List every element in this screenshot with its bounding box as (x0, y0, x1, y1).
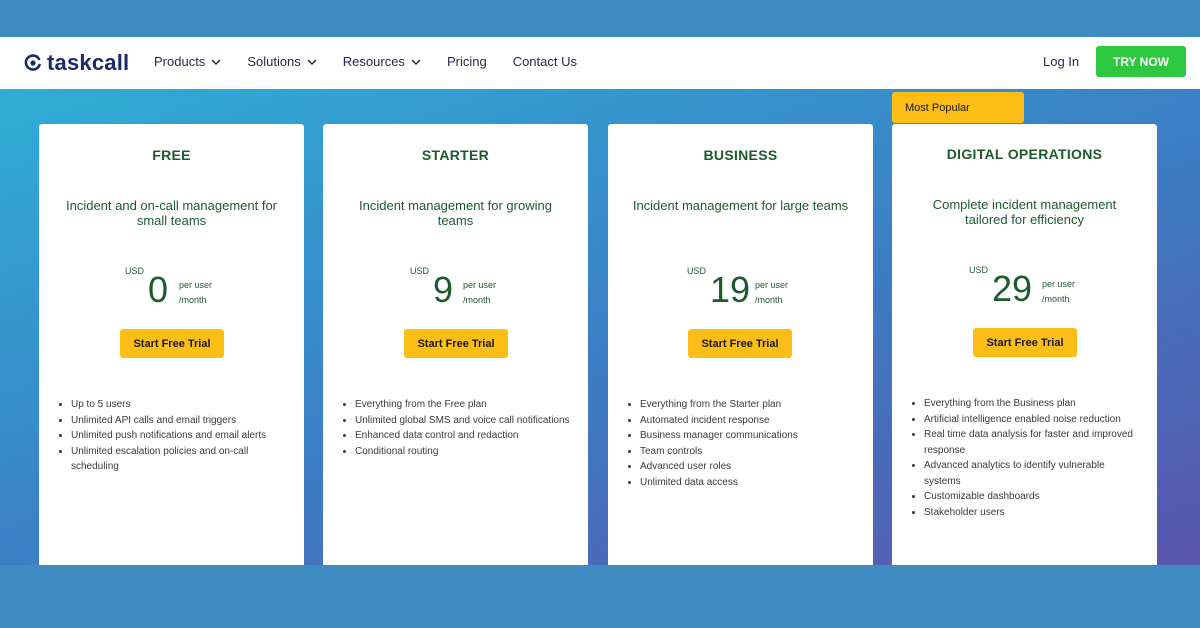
list-item: Team controls (628, 444, 860, 460)
plan-title: DIGITAL OPERATIONS (946, 146, 1103, 162)
feature-list: Everything from the Business plan Artifi… (912, 396, 1144, 520)
plan-subtitle: Complete incident management tailored fo… (932, 197, 1117, 227)
currency-label: USD (687, 266, 707, 276)
per-user-label: per user (463, 280, 497, 290)
list-item: Advanced user roles (628, 459, 860, 475)
price-amount: 9 (433, 269, 454, 310)
nav-item-contact-us[interactable]: Contact Us (513, 54, 577, 69)
start-free-trial-button[interactable]: Start Free Trial (973, 328, 1077, 357)
taskcall-logo-icon (24, 54, 41, 71)
chevron-down-icon (307, 59, 317, 65)
nav-item-label: Solutions (247, 54, 301, 69)
plan-title: BUSINESS (703, 147, 778, 163)
nav-item-label: Products (154, 54, 206, 69)
plan-subtitle: Incident management for large teams (632, 198, 849, 213)
start-free-trial-button[interactable]: Start Free Trial (120, 329, 224, 358)
nav-item-resources[interactable]: Resources (343, 54, 421, 69)
price-amount: 19 (710, 269, 751, 310)
feature-list: Everything from the Starter plan Automat… (628, 397, 860, 490)
plan-subtitle: Incident and on-call management for smal… (65, 198, 277, 228)
price-amount: 29 (992, 268, 1033, 309)
badge-label: Most Popular (905, 101, 970, 114)
plan-title: STARTER (421, 147, 490, 163)
per-user-label: per user (1042, 279, 1076, 289)
list-item: Everything from the Starter plan (628, 397, 860, 413)
chevron-down-icon (211, 59, 221, 65)
list-item: Unlimited escalation policies and on-cal… (59, 444, 291, 475)
list-item: Everything from the Business plan (912, 396, 1144, 412)
list-item: Advanced analytics to identify vulnerabl… (912, 458, 1144, 489)
plan-price: USD 29 per user /month (892, 263, 1157, 313)
per-user-label: per user (179, 280, 213, 290)
nav-item-products[interactable]: Products (154, 54, 221, 69)
price-period: per user /month (755, 278, 788, 308)
most-popular-badge: Most Popular (892, 92, 1024, 123)
plan-title: FREE (152, 147, 191, 163)
price-period: per user /month (1042, 277, 1075, 307)
plan-subtitle: Incident management for growing teams (359, 198, 552, 228)
plan-card-business: BUSINESS Incident management for large t… (608, 124, 873, 565)
price-period: per user /month (179, 278, 212, 308)
start-free-trial-button[interactable]: Start Free Trial (404, 329, 508, 358)
pricing-page: taskcall Products Solutions Resources Pr… (0, 37, 1200, 565)
per-month-label: /month (1042, 294, 1070, 304)
list-item: Unlimited data access (628, 475, 860, 491)
per-user-label: per user (755, 280, 789, 290)
plan-card-free: FREE Incident and on-call management for… (39, 124, 304, 565)
list-item: Business manager communications (628, 428, 860, 444)
login-link[interactable]: Log In (1043, 54, 1079, 69)
list-item: Artificial intelligence enabled noise re… (912, 412, 1144, 428)
plan-card-starter: STARTER Incident management for growing … (323, 124, 588, 565)
currency-label: USD (125, 266, 145, 276)
list-item: Customizable dashboards (912, 489, 1144, 505)
nav-item-label: Resources (342, 54, 405, 69)
currency-label: USD (969, 265, 989, 275)
list-item: Automated incident response (628, 413, 860, 429)
per-month-label: /month (463, 295, 491, 305)
list-item: Unlimited API calls and email triggers (59, 413, 291, 429)
nav-item-label: Pricing (446, 54, 487, 69)
list-item: Unlimited global SMS and voice call noti… (343, 413, 575, 429)
per-month-label: /month (179, 295, 207, 305)
list-item: Up to 5 users (59, 397, 291, 413)
top-navbar: taskcall Products Solutions Resources Pr… (0, 37, 1200, 89)
list-item: Conditional routing (343, 444, 575, 460)
price-period: per user /month (463, 278, 496, 308)
feature-list: Up to 5 users Unlimited API calls and em… (59, 397, 291, 475)
price-amount: 0 (148, 269, 169, 310)
chevron-down-icon (411, 59, 421, 65)
list-item: Unlimited push notifications and email a… (59, 428, 291, 444)
list-item: Enhanced data control and redaction (343, 428, 575, 444)
list-item: Everything from the Free plan (343, 397, 575, 413)
nav-menu: Products Solutions Resources Pricing Con… (154, 54, 603, 69)
list-item: Real time data analysis for faster and i… (912, 427, 1144, 458)
list-item: Stakeholder users (912, 505, 1144, 521)
plan-price: USD 9 per user /month (323, 264, 588, 314)
nav-item-label: Contact Us (512, 54, 577, 69)
plan-price: USD 19 per user /month (608, 264, 873, 314)
start-free-trial-button[interactable]: Start Free Trial (688, 329, 792, 358)
feature-list: Everything from the Free plan Unlimited … (343, 397, 575, 459)
per-month-label: /month (755, 295, 783, 305)
logo[interactable]: taskcall (24, 50, 129, 76)
plan-card-digital-operations: DIGITAL OPERATIONS Complete incident man… (892, 124, 1157, 565)
logo-text: taskcall (47, 50, 130, 75)
plan-price: USD 0 per user /month (39, 264, 304, 314)
nav-item-solutions[interactable]: Solutions (247, 54, 317, 69)
currency-label: USD (410, 266, 430, 276)
nav-item-pricing[interactable]: Pricing (447, 54, 487, 69)
try-now-button[interactable]: TRY NOW (1096, 46, 1186, 77)
